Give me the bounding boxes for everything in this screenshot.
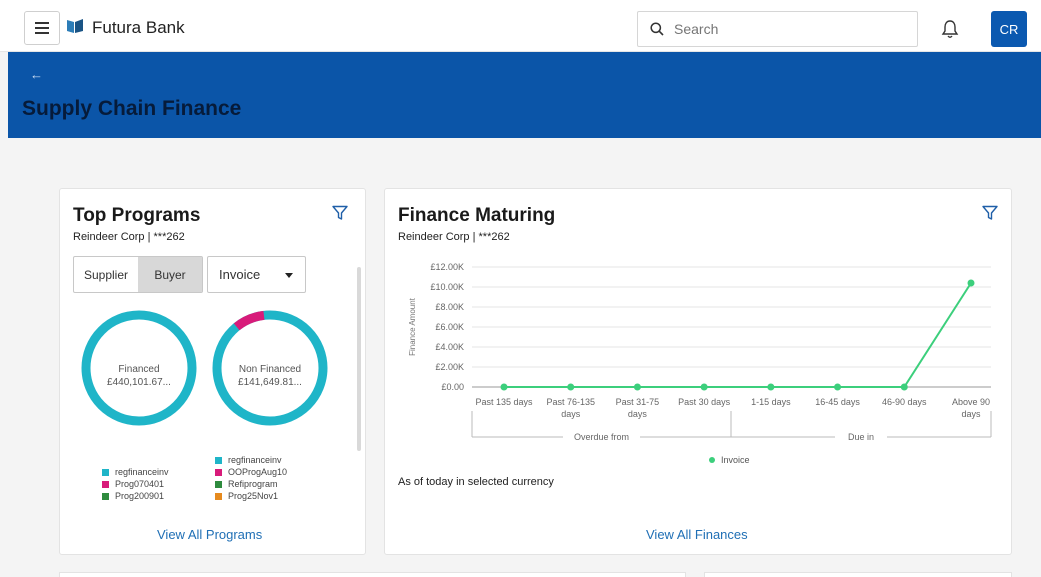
y-tick-label: £0.00 [441, 382, 464, 392]
legend-item[interactable]: Prog25Nov1 [215, 490, 287, 502]
data-point [567, 383, 575, 391]
top-programs-card: Top Programs Reindeer Corp | ***262 Supp… [59, 188, 366, 555]
x-group-label: Due in [848, 432, 874, 442]
top-bar: Futura Bank CR [0, 0, 1041, 52]
legend-label: OOProgAug10 [228, 467, 288, 477]
data-point [967, 279, 975, 287]
legend-swatch [215, 456, 222, 464]
legend-swatch [215, 468, 222, 476]
brand-name: Futura Bank [92, 18, 185, 37]
bank-logo-icon [67, 19, 83, 33]
x-tick-label: Past 76-135 [546, 397, 595, 407]
next-card-right [704, 572, 1012, 577]
view-all-finances-link[interactable]: View All Finances [646, 527, 748, 542]
top-programs-account: Reindeer Corp | ***262 [73, 231, 185, 243]
legend-label: Refiprogram [228, 479, 278, 489]
y-tick-label: £2.00K [435, 362, 464, 372]
legend-item[interactable]: Refiprogram [215, 478, 287, 490]
y-tick-label: £4.00K [435, 342, 464, 352]
instrument-dropdown[interactable]: Invoice [207, 256, 306, 293]
y-tick-label: £12.00K [430, 262, 464, 272]
supplier-buyer-toggle: Supplier Buyer [73, 256, 203, 293]
chevron-down-icon [285, 273, 293, 278]
legend-swatch [102, 492, 109, 500]
hamburger-menu-button[interactable] [24, 11, 60, 45]
legend-label: Prog200901 [115, 491, 165, 501]
legend-item[interactable]: regfinanceinv [102, 466, 169, 478]
legend-label: regfinanceinv [115, 467, 169, 477]
legend-area: regfinanceinv Prog070401 Prog200901 regfin… [60, 451, 360, 502]
legend-label: Invoice [721, 455, 750, 465]
legend-label: Prog25Nov1 [228, 491, 279, 501]
legend-swatch [102, 468, 109, 476]
x-group-label: Overdue from [574, 432, 629, 442]
y-tick-label: £6.00K [435, 322, 464, 332]
user-avatar[interactable]: CR [991, 11, 1027, 47]
x-tick-label: Past 30 days [678, 397, 731, 407]
search-input[interactable] [674, 21, 894, 37]
search-icon [650, 22, 664, 36]
y-axis-label: Finance Amount [408, 297, 417, 356]
page-banner: ← Supply Chain Finance [8, 52, 1041, 138]
legend-item[interactable]: regfinanceinv [215, 454, 287, 466]
legend-swatch [102, 480, 109, 488]
finance-maturing-chart: £0.00 £2.00K £4.00K £6.00K £8.00K £10.00K £12.… [408, 262, 992, 465]
x-tick-label: 46-90 days [882, 397, 927, 407]
legend-item[interactable]: Prog200901 [102, 490, 169, 502]
data-point [834, 383, 842, 391]
notification-bell-icon[interactable] [941, 19, 959, 39]
non-financed-label: Non Financed £141,649.81... [225, 363, 315, 389]
series-line [504, 282, 972, 388]
legend-label: Prog070401 [115, 479, 165, 489]
menu-line [35, 22, 49, 24]
data-point [500, 383, 508, 391]
view-all-programs-link[interactable]: View All Programs [157, 527, 262, 542]
x-tick-label: Past 135 days [475, 397, 533, 407]
financed-amount: £440,101.67... [107, 377, 171, 388]
data-point [900, 383, 908, 391]
finance-maturing-card: Finance Maturing Reindeer Corp | ***262 … [384, 188, 1012, 555]
page-title: Supply Chain Finance [22, 97, 242, 120]
x-tick-label: days [561, 409, 581, 419]
legend-swatch [215, 492, 222, 500]
x-tick-label: Above 90 [952, 397, 990, 407]
non-financed-text: Non Financed [238, 364, 302, 375]
next-card-left [59, 572, 686, 577]
x-tick-label: 16-45 days [815, 397, 860, 407]
filter-icon[interactable] [332, 205, 348, 221]
financed-label: Financed £440,101.67... [94, 363, 184, 389]
y-tick-label: £8.00K [435, 302, 464, 312]
top-programs-title: Top Programs [73, 205, 201, 226]
x-tick-label: Past 31-75 [616, 397, 660, 407]
legend-swatch [215, 480, 222, 488]
data-point [700, 383, 708, 391]
data-point [767, 383, 775, 391]
search-box[interactable] [637, 11, 918, 47]
y-tick-label: £10.00K [430, 282, 464, 292]
data-point [633, 383, 641, 391]
x-tick-label: days [628, 409, 648, 419]
menu-line [35, 27, 49, 29]
legend-label: regfinanceinv [228, 455, 282, 465]
x-tick-label: 1-15 days [751, 397, 791, 407]
legend-right: regfinanceinv OOProgAug10 Refiprogram Prog2… [215, 454, 287, 502]
financed-text: Financed [118, 364, 160, 375]
menu-line [35, 32, 49, 34]
non-financed-amount: £141,649.81... [238, 377, 302, 388]
x-tick-label: days [961, 409, 981, 419]
legend-item[interactable]: OOProgAug10 [215, 466, 287, 478]
legend-swatch [709, 457, 715, 463]
as-of-note: As of today in selected currency [398, 476, 554, 488]
toggle-supplier[interactable]: Supplier [74, 257, 138, 292]
legend-left: regfinanceinv Prog070401 Prog200901 [102, 466, 169, 502]
back-button[interactable]: ← [30, 67, 43, 82]
dropdown-value: Invoice [219, 267, 261, 282]
legend-item[interactable]: Prog070401 [102, 478, 169, 490]
toggle-buyer[interactable]: Buyer [138, 257, 202, 292]
